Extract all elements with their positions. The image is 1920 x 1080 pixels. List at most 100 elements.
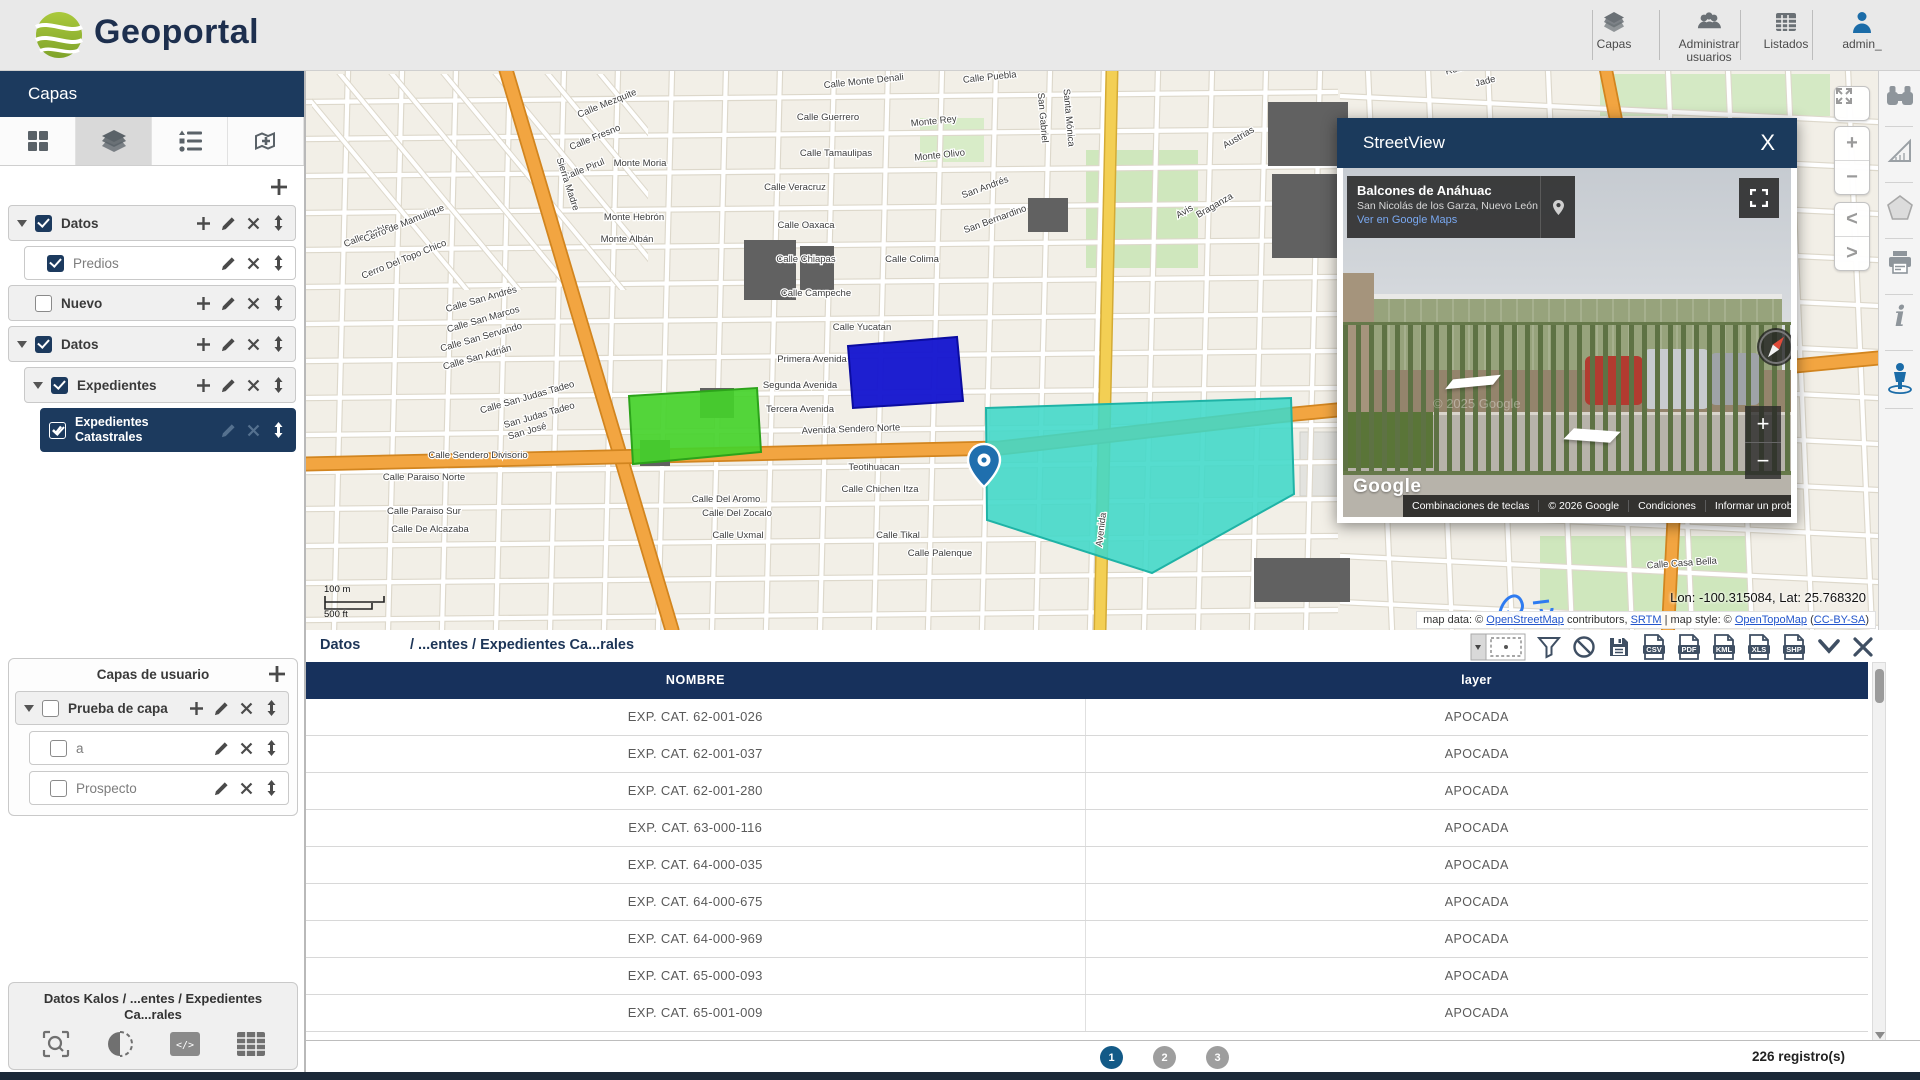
- checkbox-expedientes-catastrales[interactable]: [49, 422, 66, 439]
- tab-grid-view[interactable]: [0, 117, 76, 165]
- streetview-fullscreen-icon[interactable]: [1739, 178, 1779, 218]
- checkbox-prueba-de-capa[interactable]: [42, 700, 59, 717]
- table-row[interactable]: EXP. CAT. 62-001-280APOCADA: [306, 773, 1868, 810]
- info-icon[interactable]: i: [1890, 302, 1910, 332]
- streetview-pegman-icon[interactable]: [1887, 362, 1913, 394]
- export-xls-icon[interactable]: XLS: [1747, 634, 1771, 660]
- scrollbar-thumb[interactable]: [1875, 669, 1884, 703]
- layer-group-expedientes[interactable]: Expedientes: [24, 367, 296, 403]
- table-row[interactable]: EXP. CAT. 62-001-026APOCADA: [306, 699, 1868, 736]
- zoom-to-layer-icon[interactable]: [41, 1029, 71, 1059]
- reorder-icon[interactable]: [262, 779, 280, 797]
- collapse-triangle-icon[interactable]: [17, 341, 27, 348]
- reorder-icon[interactable]: [262, 739, 280, 757]
- add-icon[interactable]: [194, 214, 212, 232]
- reorder-icon[interactable]: [269, 376, 287, 394]
- delete-icon[interactable]: [244, 421, 262, 439]
- column-header-layer[interactable]: layer: [1085, 662, 1868, 699]
- clear-filter-icon[interactable]: [1572, 635, 1596, 659]
- compass-control[interactable]: [1757, 328, 1791, 366]
- checkbox-datos-2[interactable]: [35, 336, 52, 353]
- table-row[interactable]: EXP. CAT. 65-001-009APOCADA: [306, 995, 1868, 1032]
- reorder-icon[interactable]: [269, 294, 287, 312]
- close-icon[interactable]: X: [1754, 128, 1781, 158]
- next-extent-button[interactable]: >: [1835, 237, 1869, 270]
- menu-user-admin[interactable]: admin_: [1824, 8, 1900, 51]
- reorder-icon[interactable]: [269, 421, 287, 439]
- edit-icon[interactable]: [212, 699, 230, 717]
- zoom-in-button[interactable]: +: [1835, 127, 1869, 160]
- edit-icon[interactable]: [212, 739, 230, 757]
- layer-group-datos-1[interactable]: Datos: [8, 205, 296, 241]
- add-icon[interactable]: [187, 699, 205, 717]
- menu-listados[interactable]: Listados: [1748, 8, 1824, 51]
- collapse-triangle-icon[interactable]: [17, 220, 27, 227]
- reorder-icon[interactable]: [269, 214, 287, 232]
- streetview-bottom-item[interactable]: Combinaciones de teclas: [1403, 500, 1539, 512]
- code-view-icon[interactable]: </>: [169, 1029, 201, 1059]
- edit-icon[interactable]: [219, 335, 237, 353]
- collapse-table-icon[interactable]: [1817, 637, 1841, 657]
- layer-group-datos-2[interactable]: Datos: [8, 326, 296, 362]
- user-layer-item-a[interactable]: a: [29, 731, 289, 765]
- add-icon[interactable]: [194, 294, 212, 312]
- close-table-icon[interactable]: [1852, 636, 1874, 658]
- attribution-link[interactable]: SRTM: [1631, 614, 1662, 626]
- tab-layers[interactable]: [76, 117, 152, 165]
- layer-item-expedientes-catastrales-selected[interactable]: Expedientes Catastrales: [40, 408, 296, 452]
- layer-item-predios[interactable]: Predios: [24, 246, 296, 280]
- layer-group-nuevo[interactable]: Nuevo: [8, 285, 296, 321]
- add-icon[interactable]: [194, 376, 212, 394]
- table-row[interactable]: EXP. CAT. 64-000-969APOCADA: [306, 921, 1868, 958]
- page-button-1[interactable]: 1: [1100, 1046, 1123, 1069]
- measure-icon[interactable]: [1887, 138, 1913, 164]
- delete-icon[interactable]: [244, 335, 262, 353]
- menu-capas[interactable]: Capas: [1572, 8, 1656, 51]
- table-scrollbar[interactable]: [1872, 662, 1886, 1042]
- save-icon[interactable]: [1607, 635, 1631, 659]
- add-icon[interactable]: [194, 335, 212, 353]
- export-pdf-icon[interactable]: PDF: [1677, 634, 1701, 660]
- checkbox-datos-1[interactable]: [35, 215, 52, 232]
- menu-administrar-usuarios[interactable]: Administrar usuarios: [1662, 8, 1756, 64]
- delete-icon[interactable]: [244, 254, 262, 272]
- reorder-icon[interactable]: [262, 699, 280, 717]
- streetview-bottom-item[interactable]: © 2026 Google: [1539, 500, 1629, 512]
- contrast-icon[interactable]: [106, 1029, 134, 1059]
- checkbox-nuevo[interactable]: [35, 295, 52, 312]
- reorder-icon[interactable]: [269, 254, 287, 272]
- streetview-bottom-item[interactable]: Informar un problema: [1706, 500, 1791, 512]
- user-layer-item-prospecto[interactable]: Prospecto: [29, 771, 289, 805]
- delete-icon[interactable]: [244, 214, 262, 232]
- tab-legend-list[interactable]: [152, 117, 228, 165]
- table-row[interactable]: EXP. CAT. 63-000-116APOCADA: [306, 810, 1868, 847]
- print-icon[interactable]: [1887, 250, 1913, 274]
- delete-icon[interactable]: [244, 376, 262, 394]
- attribute-table-icon[interactable]: [236, 1029, 266, 1059]
- table-row[interactable]: EXP. CAT. 62-001-037APOCADA: [306, 736, 1868, 773]
- export-csv-icon[interactable]: CSV: [1642, 634, 1666, 660]
- delete-icon[interactable]: [244, 294, 262, 312]
- edit-icon[interactable]: [219, 254, 237, 272]
- table-row[interactable]: EXP. CAT. 64-000-035APOCADA: [306, 847, 1868, 884]
- search-binoculars-icon[interactable]: [1886, 84, 1914, 108]
- page-button-3[interactable]: 3: [1206, 1046, 1229, 1069]
- attribution-link[interactable]: OpenStreetMap: [1486, 614, 1564, 626]
- scrollbar-down-arrow[interactable]: [1875, 1032, 1885, 1039]
- fullscreen-control[interactable]: [1834, 86, 1870, 121]
- edit-icon[interactable]: [212, 779, 230, 797]
- collapse-triangle-icon[interactable]: [24, 705, 34, 712]
- attribution-link[interactable]: CC-BY-SA: [1814, 614, 1866, 626]
- attribution-link[interactable]: OpenTopoMap: [1735, 614, 1807, 626]
- selection-mode-control[interactable]: [1470, 633, 1526, 661]
- table-row[interactable]: EXP. CAT. 64-000-675APOCADA: [306, 884, 1868, 921]
- checkbox-a[interactable]: [50, 740, 67, 757]
- export-shp-icon[interactable]: SHP: [1782, 634, 1806, 660]
- sv-zoom-in-button[interactable]: +: [1745, 406, 1781, 442]
- collapse-triangle-icon[interactable]: [33, 382, 43, 389]
- reorder-icon[interactable]: [269, 335, 287, 353]
- sv-zoom-out-button[interactable]: −: [1745, 443, 1781, 479]
- add-user-layer-button[interactable]: [267, 664, 287, 684]
- delete-icon[interactable]: [237, 779, 255, 797]
- edit-icon[interactable]: [219, 214, 237, 232]
